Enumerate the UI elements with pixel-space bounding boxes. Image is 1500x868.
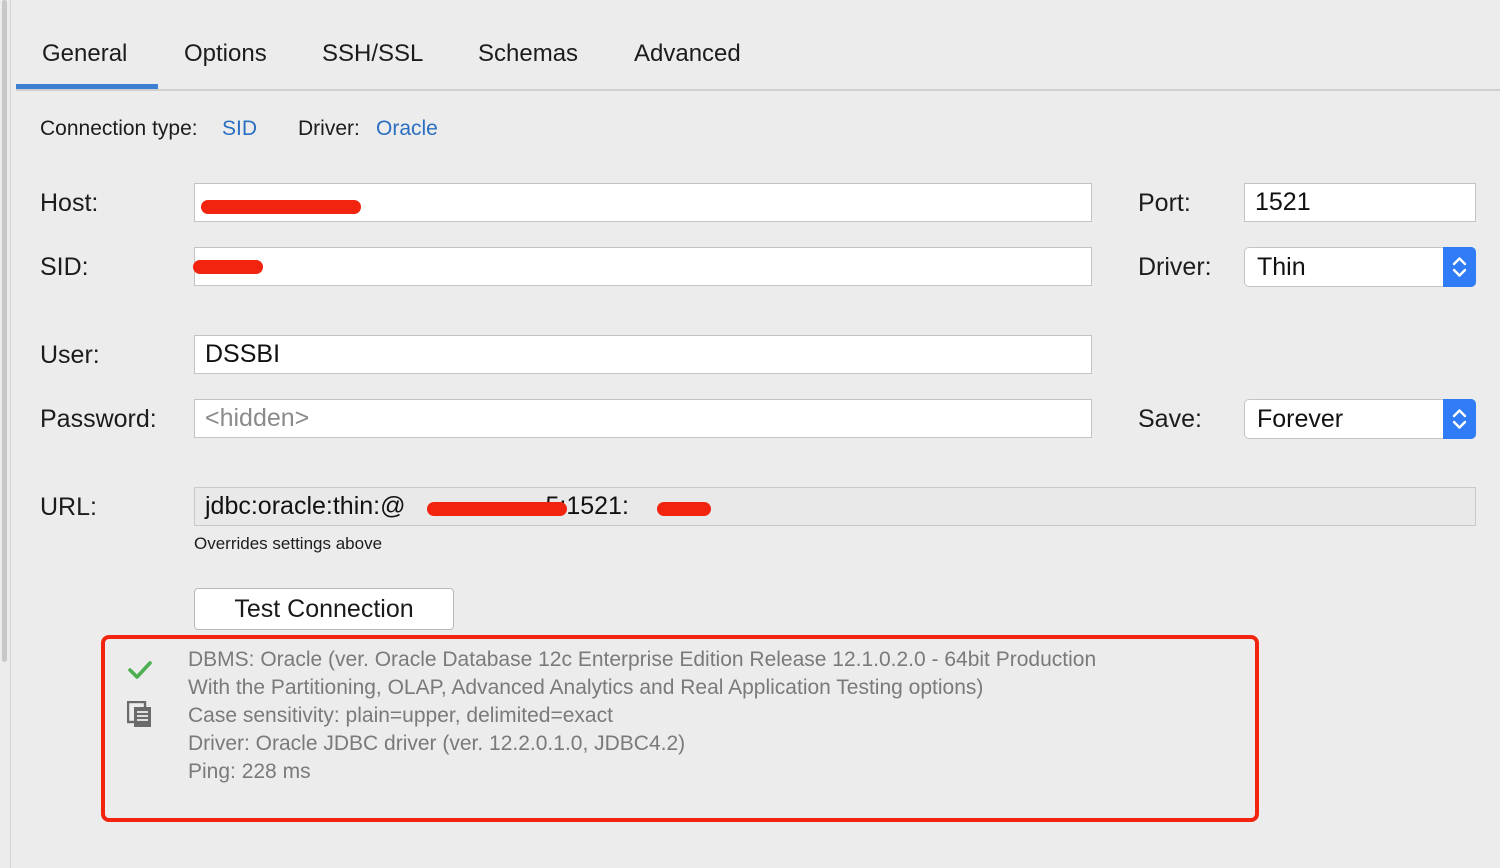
tab-ssh-ssl[interactable]: SSH/SSL — [322, 40, 423, 68]
user-field[interactable]: DSSBI — [194, 335, 1092, 374]
redaction-mark — [193, 260, 263, 274]
url-prefix: jdbc:oracle:thin:@ — [205, 492, 406, 520]
tab-options[interactable]: Options — [184, 40, 267, 68]
tab-general[interactable]: General — [42, 40, 127, 68]
password-label: Password: — [40, 405, 157, 433]
active-tab-indicator — [16, 84, 158, 89]
tab-bar: General Options SSH/SSL Schemas Advanced — [16, 0, 1500, 91]
scrollbar-thumb[interactable] — [2, 0, 7, 662]
left-scrollbar[interactable] — [0, 0, 11, 868]
chevron-updown-icon — [1443, 399, 1476, 439]
sid-field[interactable] — [193, 247, 1092, 286]
result-line-ping: Ping: 228 ms — [188, 760, 311, 783]
connection-driver-label: Driver: — [298, 117, 360, 140]
redaction-mark — [657, 502, 711, 516]
save-select[interactable]: Forever — [1244, 399, 1476, 439]
checkmark-icon — [127, 659, 153, 686]
user-label: User: — [40, 341, 100, 369]
url-label: URL: — [40, 493, 97, 521]
tab-schemas[interactable]: Schemas — [478, 40, 578, 68]
port-field[interactable]: 1521 — [1244, 183, 1476, 222]
password-field[interactable]: <hidden> — [194, 399, 1092, 438]
copy-icon[interactable] — [126, 700, 153, 734]
url-field[interactable]: jdbc:oracle:thin:@ 5:1521: — [194, 487, 1476, 526]
save-label: Save: — [1138, 405, 1202, 433]
driver-label: Driver: — [1138, 253, 1212, 281]
sid-label: SID: — [40, 253, 89, 281]
result-line-driver: Driver: Oracle JDBC driver (ver. 12.2.0.… — [188, 732, 686, 755]
result-line-dbms: DBMS: Oracle (ver. Oracle Database 12c E… — [188, 648, 1097, 671]
url-hint: Overrides settings above — [194, 534, 383, 553]
driver-select[interactable]: Thin — [1244, 247, 1476, 287]
port-label: Port: — [1138, 189, 1191, 217]
host-field[interactable] — [194, 183, 1092, 222]
redaction-mark — [427, 502, 567, 516]
redaction-mark — [201, 200, 361, 214]
test-connection-button[interactable]: Test Connection — [194, 588, 454, 630]
connection-type-label: Connection type: — [40, 117, 198, 140]
driver-select-value: Thin — [1257, 253, 1306, 281]
save-select-value: Forever — [1257, 405, 1344, 433]
host-label: Host: — [40, 189, 99, 217]
result-line-case-sensitivity: Case sensitivity: plain=upper, delimited… — [188, 704, 613, 727]
connection-driver-link[interactable]: Oracle — [376, 117, 438, 141]
tab-advanced[interactable]: Advanced — [634, 40, 741, 68]
result-line-options: With the Partitioning, OLAP, Advanced An… — [188, 676, 984, 699]
chevron-updown-icon — [1443, 247, 1476, 287]
connection-type-link[interactable]: SID — [222, 117, 257, 141]
